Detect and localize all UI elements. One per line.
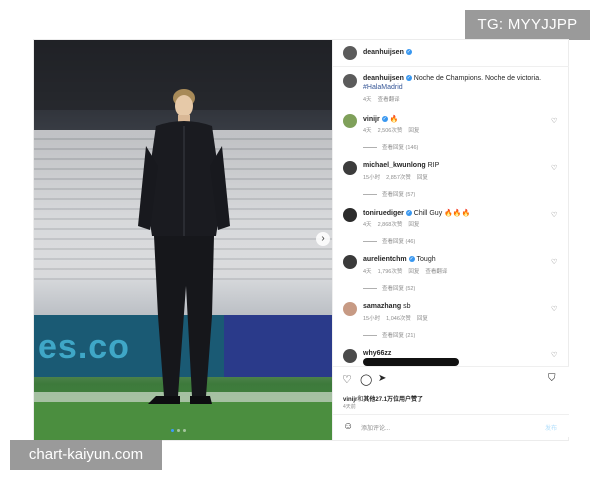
comment-row: aurelientchm ✓ Tough [363,256,436,263]
comment-time: 4天 [363,269,372,275]
comment-likes[interactable]: 2,857次赞 [386,175,411,181]
heart-icon[interactable]: ♡ [551,305,557,313]
heart-icon[interactable]: ♡ [551,211,557,219]
comment-avatar[interactable] [343,255,357,269]
view-replies-link[interactable]: 查看回复 (57) [363,190,415,198]
watermark-top: TG: MYYJJPP [465,10,590,40]
comment-meta: 4天 2,868次赞 回复 [363,220,425,228]
comment-reply-link[interactable]: 回复 [408,222,419,228]
comment-reply-link[interactable]: 回复 [417,175,428,181]
comment-time: 15小时 [363,316,381,322]
comment-bubble-icon[interactable]: ◯ [360,373,372,386]
caption-text: Noche de Champions. Noche de victoria. [413,75,542,82]
comment-avatar[interactable] [343,349,357,363]
comment-meta: 4天 2,506次赞 回复 [363,126,425,134]
caption-time: 4天 [363,97,372,103]
verified-icon: ✓ [405,49,412,56]
heart-icon[interactable]: ♡ [551,117,557,125]
heart-icon[interactable]: ♡ [551,164,557,172]
photo-grass [34,402,332,440]
comment-row: samazhang sb [363,303,410,310]
comment-username[interactable]: michael_kwunlong [363,162,426,169]
author-username[interactable]: deanhuijsen [363,49,404,56]
heart-icon[interactable]: ♡ [551,351,557,359]
emoji-icon[interactable]: ☺ [343,421,353,432]
comment-avatar[interactable] [343,302,357,316]
comment-avatar[interactable] [343,114,357,128]
comment-meta: 15小时 2,857次赞 回复 [363,173,434,181]
comment-time: 4天 [363,128,372,134]
caption-username[interactable]: deanhuijsen [363,75,404,82]
photo-ad-board-right [224,315,332,377]
player-figure [138,89,230,404]
comment-username[interactable]: why66zz [363,350,391,357]
verified-icon: ✓ [381,116,388,123]
comment-text: Tough [416,256,436,263]
like-heart-icon[interactable]: ♡ [342,373,352,386]
comment-translate-link[interactable]: 查看翻译 [425,269,447,275]
carousel-dot[interactable] [177,429,180,432]
comment-text: RIP [427,162,440,169]
comment-row: toniruediger ✓ Chill Guy 🔥🔥🔥 [363,209,470,217]
view-replies-link[interactable]: 查看回复 (46) [363,237,415,245]
watermark-bottom: chart-kaiyun.com [10,440,162,470]
caption-hashtag[interactable]: #HalaMadrid [363,84,403,91]
comment-reply-link[interactable]: 回复 [408,128,419,134]
add-comment-input[interactable]: 添加评论... [361,423,390,432]
comment-time: 4天 [363,222,372,228]
share-send-icon[interactable]: ➤ [378,373,386,384]
comment-meta: 4天 1,796次赞 回复 查看翻译 [363,267,453,275]
comment-text: sb [403,303,411,310]
caption-avatar[interactable] [343,74,357,88]
comment-username[interactable]: aurelientchm [363,256,407,263]
liked-by-others[interactable]: 其他27.1万位用户赞了 [363,397,423,403]
carousel-dot[interactable] [171,429,174,432]
post-header: deanhuijsen ✓ [333,40,569,67]
carousel-dot[interactable] [183,429,186,432]
carousel-dots [171,429,186,432]
comment-avatar[interactable] [343,161,357,175]
comment-text: Chill Guy 🔥🔥🔥 [413,210,471,217]
comment-likes[interactable]: 1,796次赞 [378,269,403,275]
comment-username[interactable]: toniruediger [363,210,404,217]
comment-likes[interactable]: 1,046次赞 [386,316,411,322]
post-actions: ♡ ◯ ➤ ⛉ vinijr和其他27.1万位用户赞了 4天前 ☺ 添加评论..… [333,366,569,437]
caption-translate-link[interactable]: 查看翻译 [378,97,400,103]
comment-likes[interactable]: 2,506次赞 [378,128,403,134]
post-side-panel: deanhuijsen ✓ deanhuijsen ✓ Noche de Champ… [332,40,569,440]
photo-ad-board-text: es.co [38,328,130,366]
comment-reply-link[interactable]: 回复 [408,269,419,275]
comment-avatar[interactable] [343,208,357,222]
verified-icon: ✓ [405,75,412,82]
comment-text: 🔥 [389,116,399,123]
comment-time: 15小时 [363,175,381,181]
bookmark-icon[interactable]: ⛉ [548,373,556,384]
liked-by-text[interactable]: vinijr和其他27.1万位用户赞了 [343,394,423,403]
comment-row: vinijr ✓ 🔥 [363,115,398,123]
author-avatar[interactable] [343,46,357,60]
caption-meta: 4天 查看翻译 [363,95,406,103]
heart-icon[interactable]: ♡ [551,258,557,266]
caption-row: deanhuijsen ✓ Noche de Champions. Noche d… [363,75,541,82]
instagram-post: es.co › deanhuijsen ✓ deanhuijsen ✓ Noch… [34,40,569,440]
comment-media-bar [363,358,459,366]
add-comment-row: ☺ 添加评论... 发布 [333,414,569,438]
view-replies-link[interactable]: 查看回复 (21) [363,331,415,339]
comment-meta: 15小时 1,046次赞 回复 [363,314,434,322]
carousel-next-button[interactable]: › [316,232,330,246]
post-photo: es.co › [34,40,332,440]
view-replies-link[interactable]: 查看回复 (146) [363,143,418,151]
comment-likes[interactable]: 2,868次赞 [378,222,403,228]
comment-row: michael_kwunlong RIP [363,162,439,169]
post-timestamp: 4天前 [343,404,356,410]
comment-username[interactable]: samazhang [363,303,401,310]
view-replies-link[interactable]: 查看回复 (52) [363,284,415,292]
comment-reply-link[interactable]: 回复 [417,316,428,322]
comment-username[interactable]: vinijr [363,116,380,123]
post-comment-button[interactable]: 发布 [545,423,557,432]
verified-icon: ✓ [408,256,415,263]
verified-icon: ✓ [405,210,412,217]
author-username-row[interactable]: deanhuijsen ✓ [363,49,412,56]
